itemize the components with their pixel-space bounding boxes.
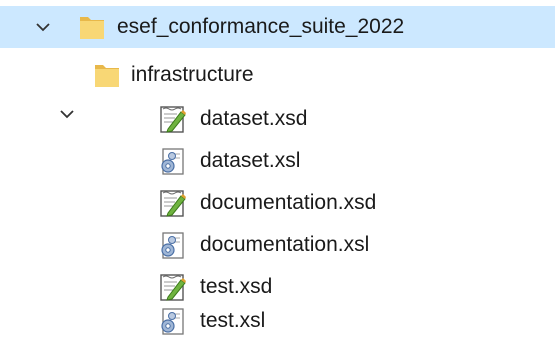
tree-item-label: documentation.xsl: [200, 233, 370, 256]
tree-item-file[interactable]: dataset.xsl: [0, 140, 555, 182]
tree-item-label: test.xsl: [200, 309, 266, 332]
tree-item-label: esef_conformance_suite_2022: [117, 15, 405, 38]
tree-item-label: infrastructure: [131, 63, 254, 86]
tree-item-label: documentation.xsd: [200, 191, 377, 214]
folder-tree: esef_conformance_suite_2022 infrastructu…: [0, 0, 555, 341]
tree-item-file[interactable]: test.xsl: [0, 300, 555, 341]
tree-item-label: dataset.xsd: [200, 107, 308, 130]
xsl-file-icon: [159, 146, 187, 176]
xsl-file-icon: [159, 230, 187, 260]
xsd-file-icon: [159, 104, 187, 134]
tree-item-infrastructure[interactable]: infrastructure: [0, 52, 555, 94]
folder-icon: [93, 60, 121, 90]
folder-icon: [78, 12, 106, 42]
tree-item-label: test.xsd: [200, 275, 273, 298]
chevron-down-icon[interactable]: [33, 17, 53, 37]
tree-item-file[interactable]: documentation.xsl: [0, 224, 555, 266]
tree-item-file[interactable]: dataset.xsd: [0, 98, 555, 140]
xsd-file-icon: [159, 272, 187, 302]
xsd-file-icon: [159, 188, 187, 218]
tree-item-file[interactable]: documentation.xsd: [0, 182, 555, 224]
xsl-file-icon: [159, 306, 187, 336]
tree-item-root[interactable]: esef_conformance_suite_2022: [0, 6, 555, 48]
tree-item-label: dataset.xsl: [200, 149, 301, 172]
